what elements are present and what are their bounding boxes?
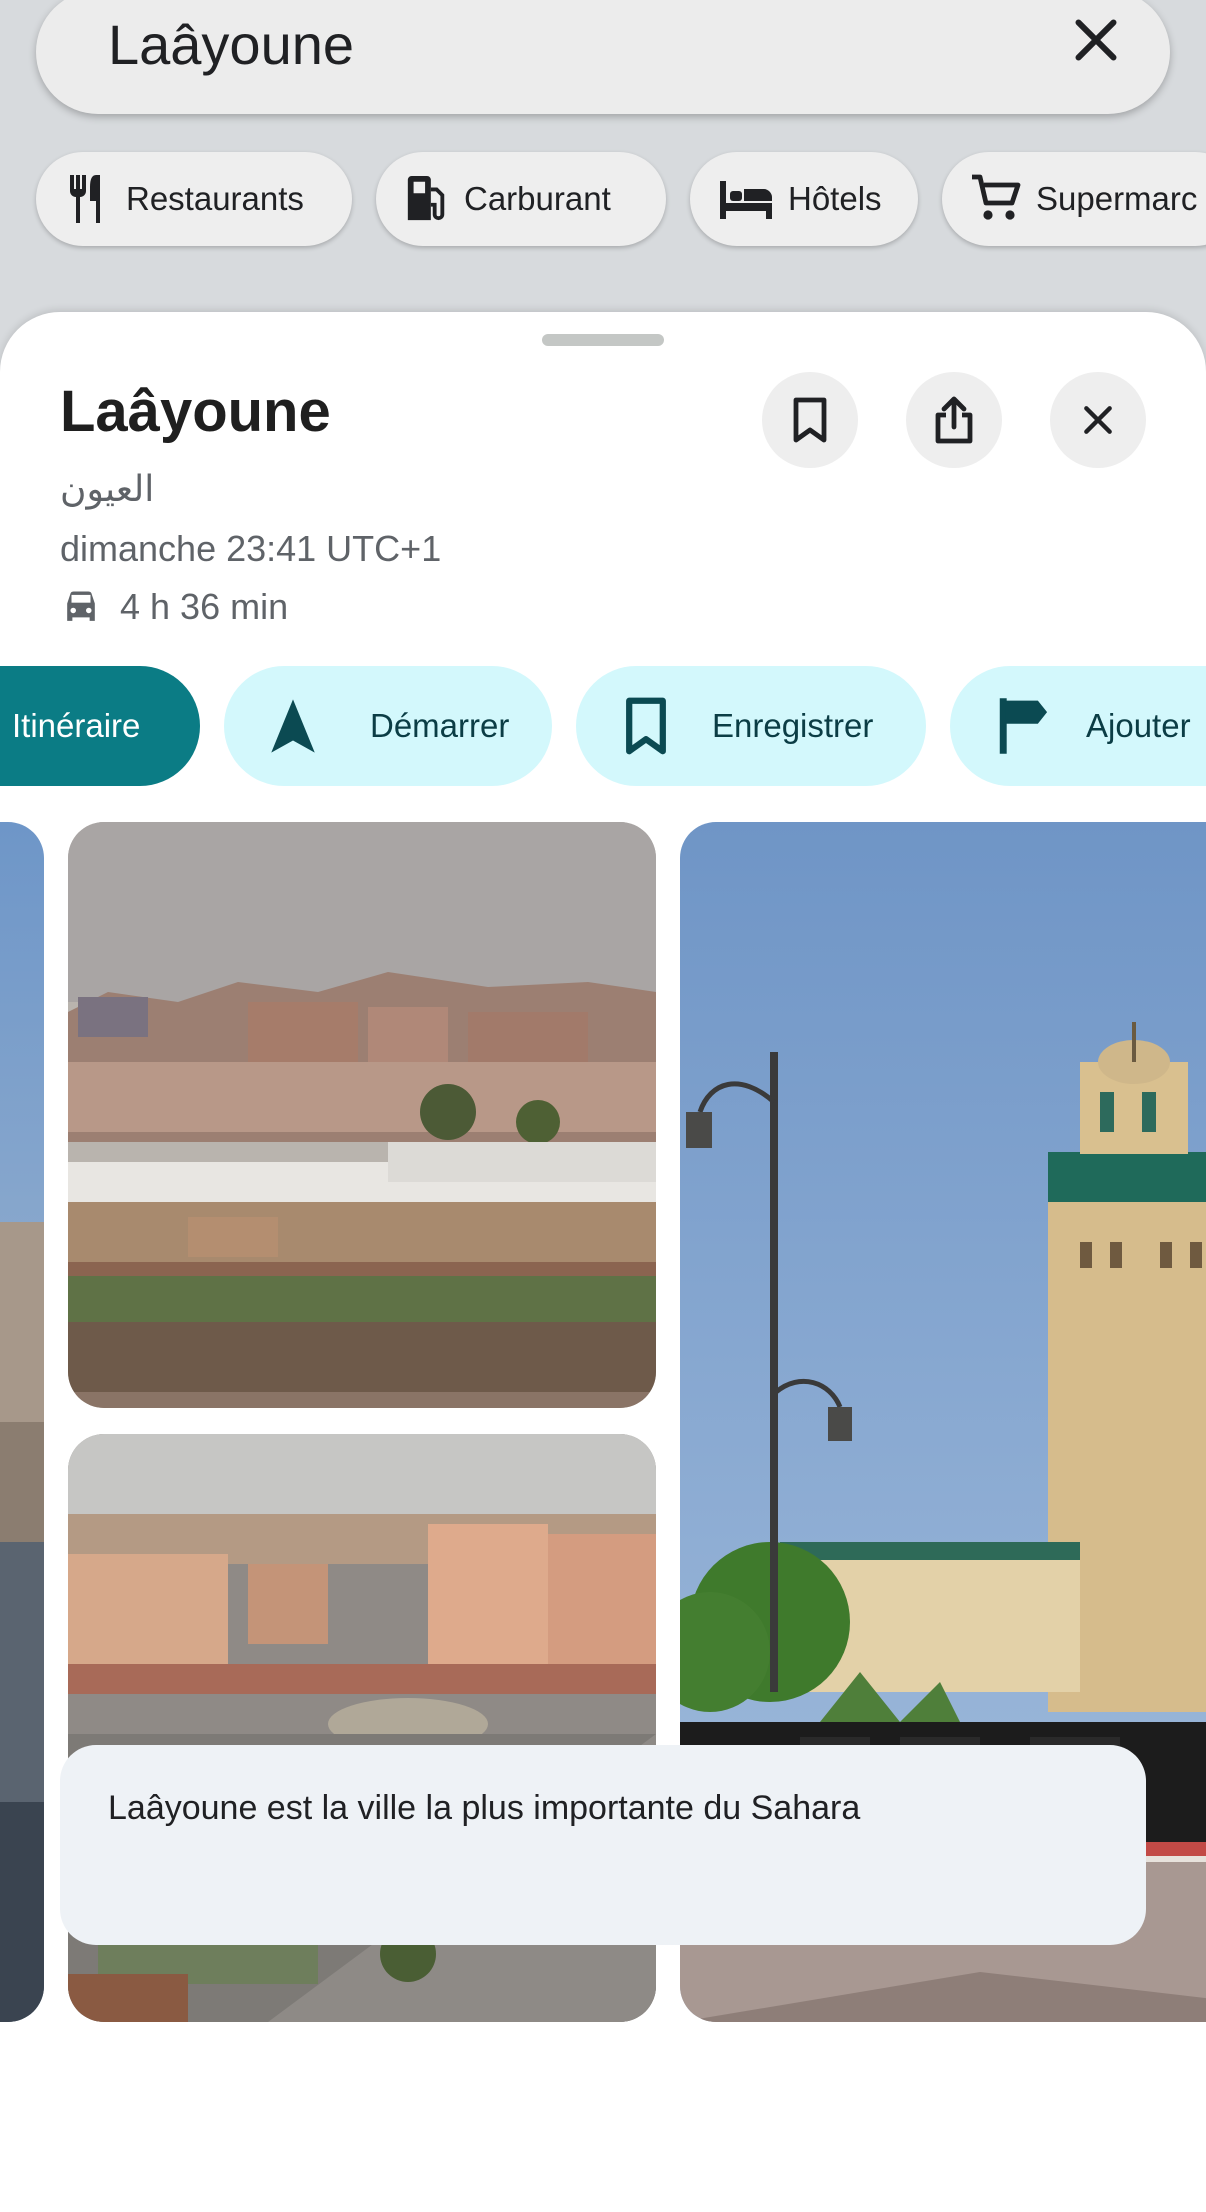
chip-label: Hôtels (788, 180, 882, 217)
close-icon (1084, 406, 1112, 434)
drive-time-row: 4 h 36 min (60, 586, 288, 628)
search-query[interactable]: Laâyoune (108, 12, 354, 77)
add-label: Ajouter (1086, 707, 1191, 744)
chip-fuel[interactable]: Carburant (376, 152, 666, 246)
clear-search-icon[interactable] (1066, 10, 1126, 70)
photo-image (68, 822, 656, 1408)
chip-label: Supermarc (1036, 180, 1198, 217)
directions-label: Itinéraire (12, 707, 141, 744)
photo-partial-left[interactable] (0, 822, 44, 2022)
description-text: Laâyoune est la ville la plus importante… (108, 1789, 861, 1827)
navigation-arrow-icon (271, 699, 315, 753)
photo-image (0, 822, 44, 2022)
close-sheet-button[interactable] (1050, 372, 1146, 468)
gas-station-icon (407, 176, 445, 221)
chip-supermarket[interactable]: Supermarc (942, 152, 1206, 246)
bed-icon (720, 181, 772, 219)
save-button[interactable]: Enregistrer (576, 666, 926, 786)
add-button[interactable]: Ajouter (950, 666, 1206, 786)
car-icon (67, 591, 95, 621)
chip-label: Restaurants (126, 180, 304, 217)
drive-time: 4 h 36 min (120, 586, 289, 627)
local-time: dimanche 23:41 UTC+1 (60, 528, 442, 569)
save-place-button[interactable] (762, 372, 858, 468)
cart-icon (972, 174, 1021, 220)
search-bar[interactable]: Laâyoune (36, 0, 1170, 114)
place-title: Laâyoune (60, 379, 331, 444)
fork-knife-icon (70, 175, 100, 223)
bookmark-icon (793, 397, 827, 443)
chip-hotels[interactable]: Hôtels (690, 152, 918, 246)
place-sheet: Laâyoune العيون dimanche 23:41 UTC+1 4 h… (0, 312, 1206, 2212)
flag-icon (999, 698, 1048, 754)
chip-label: Carburant (464, 180, 611, 217)
share-button[interactable] (906, 372, 1002, 468)
save-label: Enregistrer (712, 707, 874, 744)
share-icon (935, 396, 973, 444)
bookmark-outline-icon (626, 697, 666, 755)
start-label: Démarrer (370, 707, 510, 744)
drag-handle[interactable] (542, 334, 664, 346)
directions-button[interactable]: Itinéraire (0, 666, 200, 786)
chip-restaurants[interactable]: Restaurants (36, 152, 352, 246)
start-button[interactable]: Démarrer (224, 666, 552, 786)
photo-city-hill[interactable] (68, 822, 656, 1408)
place-arabic-name: العيون (60, 468, 155, 509)
description-card[interactable]: Laâyoune est la ville la plus importante… (60, 1745, 1146, 1945)
